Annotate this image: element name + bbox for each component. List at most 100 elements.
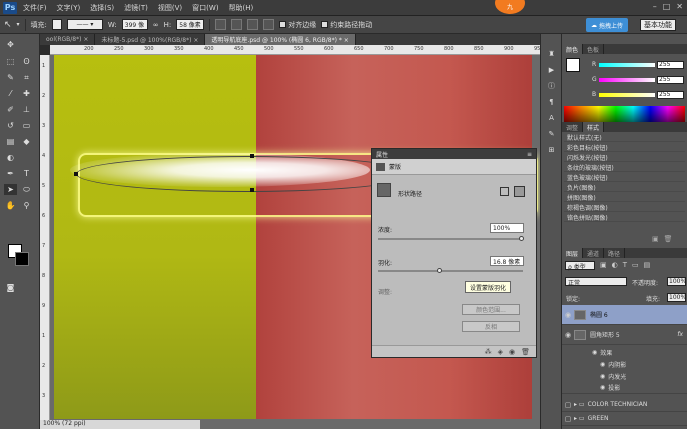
type-tool-icon[interactable]: T bbox=[20, 168, 33, 179]
path-selection-tool-icon[interactable]: ➤ bbox=[4, 184, 17, 195]
history-brush-tool-icon[interactable]: ↺ bbox=[4, 120, 17, 131]
fill-swatch[interactable] bbox=[51, 19, 62, 30]
character-panel-icon[interactable]: A bbox=[546, 112, 557, 123]
quick-mask-icon[interactable]: ◙ bbox=[4, 282, 17, 293]
pen-tool-icon[interactable]: ✒ bbox=[4, 168, 17, 179]
fx-badge[interactable]: fx bbox=[677, 331, 683, 338]
layer-name[interactable]: GREEN bbox=[588, 415, 609, 422]
color-spectrum[interactable] bbox=[564, 106, 685, 122]
lasso-tool-icon[interactable]: ʘ bbox=[20, 56, 33, 67]
style-item[interactable]: 拼图(图像) bbox=[564, 193, 685, 202]
hand-tool-icon[interactable]: ✋ bbox=[4, 200, 17, 211]
doc-tab-1[interactable]: ool(RGB/8*) × bbox=[40, 34, 96, 45]
density-slider-knob[interactable] bbox=[519, 236, 524, 241]
layer-group-row[interactable]: ▢ ▸ ▭ GREEN bbox=[562, 412, 687, 426]
crop-tool-icon[interactable]: ⌗ bbox=[20, 72, 33, 83]
layer-name[interactable]: 圆角矩形 5 bbox=[590, 330, 620, 339]
density-slider[interactable] bbox=[378, 238, 523, 240]
effect-row[interactable]: ◉ 内阴影 bbox=[562, 358, 687, 370]
quick-select-tool-icon[interactable]: ✎ bbox=[4, 72, 17, 83]
workspace-dropdown[interactable]: 基本功能 bbox=[640, 19, 676, 31]
visibility-eye-icon[interactable]: ▢ bbox=[562, 401, 574, 409]
eyedropper-tool-icon[interactable]: ⁄ bbox=[4, 88, 17, 99]
menu-view[interactable]: 视图(V) bbox=[158, 3, 182, 13]
style-item[interactable]: 闪烁发光(按钮) bbox=[564, 153, 685, 162]
dodge-tool-icon[interactable]: ◐ bbox=[4, 152, 17, 163]
stamp-tool-icon[interactable]: ⊥ bbox=[20, 104, 33, 115]
minimize-icon[interactable]: – bbox=[653, 2, 657, 11]
opacity-input[interactable]: 100% bbox=[667, 277, 686, 286]
width-input[interactable]: 399 像 bbox=[121, 19, 148, 30]
path-anchor-left[interactable] bbox=[74, 172, 78, 176]
style-item[interactable]: 彩色目标(按钮) bbox=[564, 143, 685, 152]
effect-row[interactable]: ◉ 内发光 bbox=[562, 370, 687, 382]
history-panel-icon[interactable]: ♜ bbox=[546, 48, 557, 59]
ellipse-tool-icon[interactable]: ⬭ bbox=[20, 184, 33, 195]
style-item[interactable]: 棕褐色调(图像) bbox=[564, 203, 685, 212]
close-icon[interactable]: ✕ bbox=[676, 2, 683, 11]
blur-tool-icon[interactable]: ◆ bbox=[20, 136, 33, 147]
layer-row-rounded-rect[interactable]: ◉ 圆角矩形 5 fx bbox=[562, 325, 687, 345]
effect-eye-icon[interactable]: ◉ bbox=[600, 384, 605, 391]
filter-type-icon[interactable]: T bbox=[623, 261, 627, 269]
layer-group-row[interactable]: ▢ ▸ ▭ COLOR TECHNICIAN bbox=[562, 398, 687, 412]
brush-tool-icon[interactable]: ✐ bbox=[4, 104, 17, 115]
tab-adjustments[interactable]: 调整 bbox=[562, 122, 584, 132]
effect-row[interactable]: ◉ 投影 bbox=[562, 382, 687, 394]
menu-file[interactable]: 文件(F) bbox=[23, 3, 47, 13]
layer-row-ellipse[interactable]: ◉ 椭圆 6 bbox=[562, 305, 687, 325]
layer-name[interactable]: COLOR TECHNICIAN bbox=[588, 401, 648, 408]
stroke-style-dropdown[interactable]: —— ▾ bbox=[66, 19, 103, 30]
panel-menu-icon[interactable]: ≡ bbox=[527, 151, 532, 158]
height-input[interactable]: 58 像素 bbox=[176, 19, 205, 30]
link-icon[interactable]: ∞ bbox=[153, 21, 159, 29]
layer-name[interactable]: 椭圆 6 bbox=[590, 310, 608, 319]
actions-panel-icon[interactable]: ▶ bbox=[546, 64, 557, 75]
tab-layers[interactable]: 图层 bbox=[562, 248, 584, 258]
gradient-tool-icon[interactable]: ▤ bbox=[4, 136, 17, 147]
paragraph-panel-icon[interactable]: ¶ bbox=[546, 96, 557, 107]
ellipse-path-outline[interactable] bbox=[76, 156, 416, 192]
style-item[interactable]: 铬色拼贴(图像) bbox=[564, 213, 685, 222]
visibility-icon[interactable]: ◉ bbox=[509, 348, 515, 356]
density-input[interactable]: 100% bbox=[490, 223, 524, 233]
maximize-icon[interactable]: □ bbox=[663, 2, 671, 11]
eraser-tool-icon[interactable]: ▭ bbox=[20, 120, 33, 131]
invert-button[interactable]: 反相 bbox=[462, 321, 520, 332]
gear-icon[interactable] bbox=[263, 19, 275, 30]
visibility-eye-icon[interactable]: ◉ bbox=[562, 311, 574, 319]
marquee-tool-icon[interactable]: ⬚ bbox=[4, 56, 17, 67]
zoom-tool-icon[interactable]: ⚲ bbox=[20, 200, 33, 211]
feather-slider-knob[interactable] bbox=[437, 268, 442, 273]
upload-button[interactable]: ☁ 拖拽上传 bbox=[586, 18, 629, 32]
style-item[interactable]: 条纹的玻璃(按钮) bbox=[564, 163, 685, 172]
info-panel-icon[interactable]: ⓘ bbox=[546, 80, 557, 91]
filter-shape-icon[interactable]: ▭ bbox=[632, 261, 639, 269]
properties-titlebar[interactable]: 属性 ≡ bbox=[372, 149, 536, 159]
tab-channels[interactable]: 通道 bbox=[583, 248, 605, 258]
style-item[interactable]: 默认样式(无) bbox=[564, 133, 685, 142]
red-slider[interactable] bbox=[599, 62, 655, 67]
style-item[interactable]: 蓝色玻璃(按钮) bbox=[564, 173, 685, 182]
menu-window[interactable]: 窗口(W) bbox=[192, 3, 218, 13]
constrain-path-checkbox[interactable]: 约束路径拖动 bbox=[321, 20, 372, 30]
feather-slider[interactable] bbox=[378, 270, 523, 272]
group-expand-icon[interactable]: ▸ ▭ bbox=[574, 415, 585, 422]
clone-source-panel-icon[interactable]: ⊞ bbox=[546, 144, 557, 155]
filter-smart-icon[interactable]: ▤ bbox=[644, 261, 651, 269]
blend-mode-dropdown[interactable]: 正常 bbox=[565, 277, 627, 287]
path-operations-icon[interactable] bbox=[215, 19, 227, 30]
menu-help[interactable]: 帮助(H) bbox=[229, 3, 254, 13]
tab-paths[interactable]: 路径 bbox=[604, 248, 626, 258]
healing-tool-icon[interactable]: ✚ bbox=[20, 88, 33, 99]
color-foreground-swatch[interactable] bbox=[566, 58, 580, 72]
zoom-readout[interactable]: 100% (72 ppi) bbox=[43, 420, 86, 427]
visibility-eye-icon[interactable]: ◉ bbox=[562, 331, 574, 339]
filter-adjust-icon[interactable]: ◐ bbox=[612, 261, 618, 269]
menu-filter[interactable]: 滤镜(T) bbox=[124, 3, 148, 13]
effect-eye-icon[interactable]: ◉ bbox=[600, 373, 605, 380]
green-value[interactable]: 255 bbox=[657, 75, 684, 84]
apply-mask-icon[interactable]: ◈ bbox=[498, 348, 503, 356]
align-edges-checkbox[interactable]: 对齐边缘 bbox=[279, 20, 316, 30]
trash-icon[interactable]: 🗑 bbox=[521, 348, 530, 356]
